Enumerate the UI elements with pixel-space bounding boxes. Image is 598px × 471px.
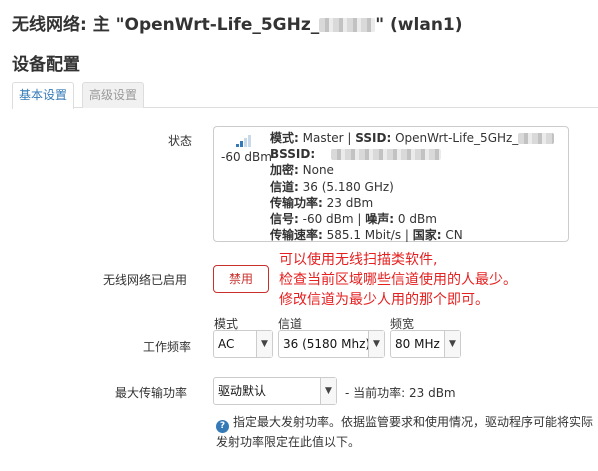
status-line-mode-ssid: 模式: Master | SSID: OpenWrt-Life_5GHz_ [270,130,566,146]
tx-power-help: ? 指定最大发射功率。依据监管要求和使用情况，驱动程序可能将实际发射功率限定在此值… [216,413,596,452]
status-line-txpower: 传输功率: 23 dBm [270,195,566,211]
chevron-down-icon: ▼ [320,378,336,404]
signal-bar-4 [248,135,251,147]
country-key: 国家: [412,228,442,243]
annotation-line-2: 检查当前区域哪些信道使用的人最少。 [279,272,517,288]
tab-bar: 基本设置 高级设置 [12,82,598,109]
signal-key: 信号: [270,212,299,227]
signal-dbm-value: -60 dBm [221,150,272,164]
signal-strength-icon [236,135,251,147]
redacted-ssid-suffix [319,18,376,32]
signal-bar-1 [236,144,239,147]
mode-select[interactable]: AC ▼ [213,330,273,358]
status-details: 模式: Master | SSID: OpenWrt-Life_5GHz_ BS… [270,130,566,243]
channel-key: 信道: [270,179,299,194]
channel-value: 36 (5.180 GHz) [298,179,394,194]
txpower-key: 传输功率: [270,195,323,210]
wireless-enabled-label: 无线网络已启用 [103,273,188,287]
ssid-value: OpenWrt-Life_5GHz_ [391,131,519,145]
tx-power-select-value: 驱动默认 [218,384,267,398]
encryption-key: 加密: [270,163,299,178]
tx-power-help-text: 指定最大发射功率。依据监管要求和使用情况，驱动程序可能将实际发射功率限定在此值以… [216,415,594,449]
red-annotation: 可以使用无线扫描类软件, 检查当前区域哪些信道使用的人最少。 修改信道为最少人用… [279,250,517,310]
status-line-channel: 信道: 36 (5.180 GHz) [270,179,566,195]
question-icon: ? [216,420,229,433]
mode-key: 模式: [270,131,299,145]
bitrate-value: 585.1 Mbit/s | [322,228,413,243]
status-line-signal-noise: 信号: -60 dBm | 噪声: 0 dBm [270,211,566,227]
section-title: 设备配置 [12,55,80,75]
status-label: 状态 [168,134,193,148]
status-line-encryption: 加密: None [270,162,566,178]
encryption-value: None [298,163,334,178]
current-power-text: - 当前功率: 23 dBm [345,386,456,400]
tab-advanced-settings[interactable]: 高级设置 [82,82,145,108]
status-line-bitrate-country: 传输速率: 585.1 Mbit/s | 国家: CN [270,227,566,243]
redacted-bssid [331,149,442,161]
bssid-key: BSSID: [270,147,316,162]
country-value: CN [441,228,463,243]
bitrate-key: 传输速率: [270,228,323,243]
status-line-bssid: BSSID: [270,146,566,162]
page-title: 无线网络: 主 "OpenWrt-Life_5GHz_ " (wlan1) [12,10,463,35]
signal-bar-3 [244,138,247,147]
disable-button[interactable]: 禁用 [213,265,269,293]
tx-power-select[interactable]: 驱动默认 ▼ [213,377,337,405]
annotation-line-3: 修改信道为最少人用的那个即可。 [279,292,489,308]
width-select[interactable]: 80 MHz ▼ [390,330,461,358]
mode-select-value: AC [218,337,235,351]
chevron-down-icon: ▼ [256,331,272,357]
mode-value: Master | [298,131,356,145]
page-title-prefix: 无线网络: 主 "OpenWrt-Life_5GHz_ [12,15,320,35]
channel-select-value: 36 (5180 Mhz) [283,337,371,351]
ssid-key: SSID: [355,131,392,145]
tx-power-label: 最大传输功率 [115,386,188,400]
chevron-down-icon: ▼ [368,331,384,357]
annotation-line-1: 可以使用无线扫描类软件, [279,252,438,268]
noise-value: 0 dBm [394,212,437,227]
txpower-value: 23 dBm [322,195,374,210]
signal-bar-2 [240,141,243,147]
noise-key: 噪声: [365,212,395,227]
signal-value: -60 dBm | [298,212,366,227]
chevron-down-icon: ▼ [444,331,460,357]
width-select-value: 80 MHz [395,337,440,351]
page-title-suffix: " (wlan1) [375,15,463,35]
channel-select[interactable]: 36 (5180 Mhz) ▼ [278,330,385,358]
tab-basic-settings[interactable]: 基本设置 [12,82,75,109]
frequency-label: 工作频率 [143,340,192,354]
redacted-ssid [518,133,555,144]
status-panel: -60 dBm 模式: Master | SSID: OpenWrt-Life_… [213,126,569,242]
